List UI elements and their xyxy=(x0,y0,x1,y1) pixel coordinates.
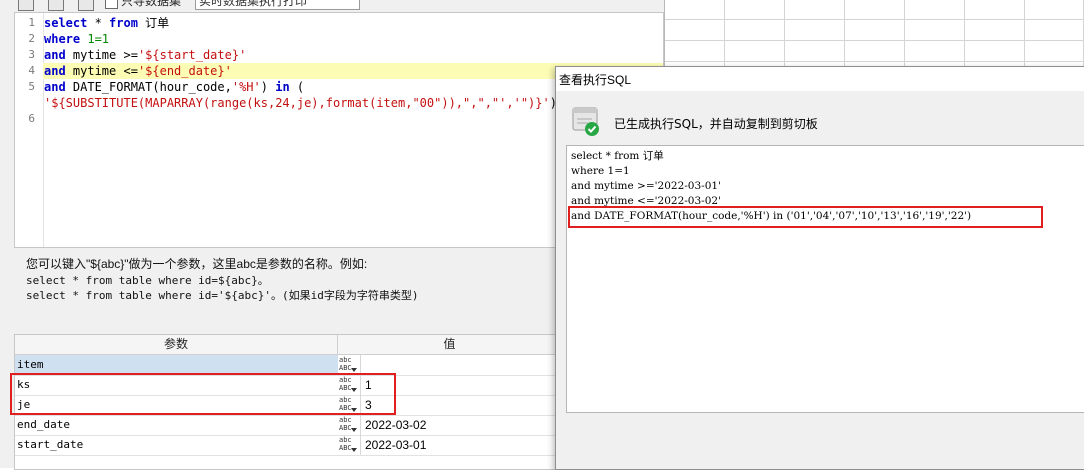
toolbar: 只导数据集 实时数据集执行打印 xyxy=(0,0,664,11)
export-data-only-label: 只导数据集 xyxy=(121,0,182,8)
param-value-field[interactable]: 3 xyxy=(360,395,560,415)
code-token: and xyxy=(44,48,66,62)
code-token: mytime <= xyxy=(65,64,138,78)
sql-line: and DATE_FORMAT(hour_code,'%H') in ('01'… xyxy=(571,210,972,222)
code-token: where xyxy=(44,32,81,46)
code-token: '${start_date}' xyxy=(137,48,247,62)
code-line[interactable]: and mytime >='${start_date}' xyxy=(43,47,663,63)
code-token: * xyxy=(87,16,110,30)
string-type-icon[interactable]: abc ABC xyxy=(337,376,359,394)
param-value-field[interactable]: 2022-03-02 xyxy=(360,415,560,435)
line-number xyxy=(15,95,35,111)
new-icon[interactable] xyxy=(18,0,34,11)
code-token: DATE_FORMAT(hour_code, xyxy=(65,80,232,94)
line-number-gutter: 1 2 3 4 5 6 xyxy=(15,13,44,247)
string-type-icon[interactable]: abc ABC xyxy=(337,356,359,374)
sql-line: and mytime >='2022-03-01' xyxy=(571,180,721,192)
column-header-param[interactable]: 参数 xyxy=(15,335,337,355)
generated-sql-text[interactable]: select * from 订单 where 1=1 and mytime >='2… xyxy=(566,145,1084,413)
code-token: and xyxy=(44,80,66,94)
code-token: mytime >= xyxy=(65,48,138,62)
line-number: 6 xyxy=(28,112,35,125)
param-value-field[interactable]: 1 xyxy=(360,375,560,395)
code-token: in xyxy=(275,80,290,94)
chevron-down-icon xyxy=(351,408,357,412)
code-token: ( xyxy=(289,80,305,94)
type-icon-bottom-text: ABC xyxy=(339,404,352,412)
chevron-down-icon xyxy=(351,448,357,452)
code-token: '${end_date}' xyxy=(137,64,232,78)
code-line[interactable]: select * from 订单 xyxy=(43,15,663,31)
param-value-field[interactable] xyxy=(360,355,560,375)
line-number: 3 xyxy=(28,48,35,61)
code-token: select xyxy=(44,16,88,30)
param-row-je[interactable]: je abc ABC 3 xyxy=(15,395,560,416)
param-row-end_date[interactable]: end_date abc ABC 2022-03-02 xyxy=(15,415,560,436)
code-token: and xyxy=(44,64,66,78)
param-row-ks[interactable]: ks abc ABC 1 xyxy=(15,375,560,396)
param-name: start_date xyxy=(17,438,84,451)
code-token: '${SUBSTITUTE(MAPARRAY(range(ks,24,je),f… xyxy=(44,96,550,110)
column-header-value[interactable]: 值 xyxy=(337,335,560,355)
type-icon-top-text: abc xyxy=(339,356,352,364)
chevron-down-icon xyxy=(351,428,357,432)
type-icon-top-text: abc xyxy=(339,396,352,404)
param-name: end_date xyxy=(17,418,70,431)
param-name: item xyxy=(15,355,338,375)
type-icon-bottom-text: ABC xyxy=(339,384,352,392)
save-icon[interactable] xyxy=(48,0,64,11)
sql-line: select * from 订单 xyxy=(571,150,664,162)
help-line-2: select * from table where id=${abc}。 xyxy=(26,274,269,287)
param-row-start_date[interactable]: start_date abc ABC 2022-03-01 xyxy=(15,435,560,456)
help-line-3: select * from table where id='${abc}'。(如… xyxy=(26,289,419,302)
type-icon-top-text: abc xyxy=(339,436,352,444)
chevron-down-icon xyxy=(351,368,357,372)
view-sql-dialog: 查看执行SQL 已生成执行SQL，并自动复制到剪切板 select * from… xyxy=(555,66,1084,470)
type-icon-top-text: abc xyxy=(339,376,352,384)
string-type-icon[interactable]: abc ABC xyxy=(337,436,359,454)
parameter-table: 参数 值 item abc ABC ks abc ABC 1 je abc ABC 3 end_dat… xyxy=(14,334,561,470)
export-data-only-checkbox[interactable] xyxy=(105,0,118,9)
code-token: 订单 xyxy=(137,16,170,30)
chevron-down-icon xyxy=(351,388,357,392)
sql-line: where 1=1 xyxy=(571,165,630,177)
string-type-icon[interactable]: abc ABC xyxy=(337,396,359,414)
code-token: ) xyxy=(260,80,276,94)
code-token: '%H' xyxy=(231,80,261,94)
help-text: 您可以键入"${abc}"做为一个参数，这里abc是参数的名称。例如: sele… xyxy=(26,256,546,303)
dialog-title: 查看执行SQL xyxy=(559,73,632,87)
param-value-field[interactable]: 2022-03-01 xyxy=(360,435,560,455)
param-row-item[interactable]: item abc ABC xyxy=(15,355,560,376)
sql-line: and mytime <='2022-03-02' xyxy=(571,195,721,207)
line-number: 4 xyxy=(28,64,35,77)
execution-mode-select[interactable]: 实时数据集执行打印 xyxy=(195,0,360,10)
dialog-title-bar: 查看执行SQL xyxy=(556,67,1084,91)
type-icon-bottom-text: ABC xyxy=(339,444,352,452)
type-icon-bottom-text: ABC xyxy=(339,424,352,432)
string-type-icon[interactable]: abc ABC xyxy=(337,416,359,434)
line-number: 2 xyxy=(28,32,35,45)
type-icon-top-text: abc xyxy=(339,416,352,424)
type-icon-bottom-text: ABC xyxy=(339,364,352,372)
help-line-1: 您可以键入"${abc}"做为一个参数，这里abc是参数的名称。例如: xyxy=(26,257,368,271)
edit-icon[interactable] xyxy=(78,0,94,11)
code-token: from xyxy=(109,16,138,30)
success-icon xyxy=(572,107,600,137)
param-name: je xyxy=(17,398,31,411)
line-number: 1 xyxy=(28,16,35,29)
line-number: 5 xyxy=(28,80,35,93)
code-token: 1=1 xyxy=(87,32,110,46)
dialog-message: 已生成执行SQL，并自动复制到剪切板 xyxy=(614,117,818,131)
code-line[interactable]: where 1=1 xyxy=(43,31,663,47)
param-name: ks xyxy=(17,378,31,391)
